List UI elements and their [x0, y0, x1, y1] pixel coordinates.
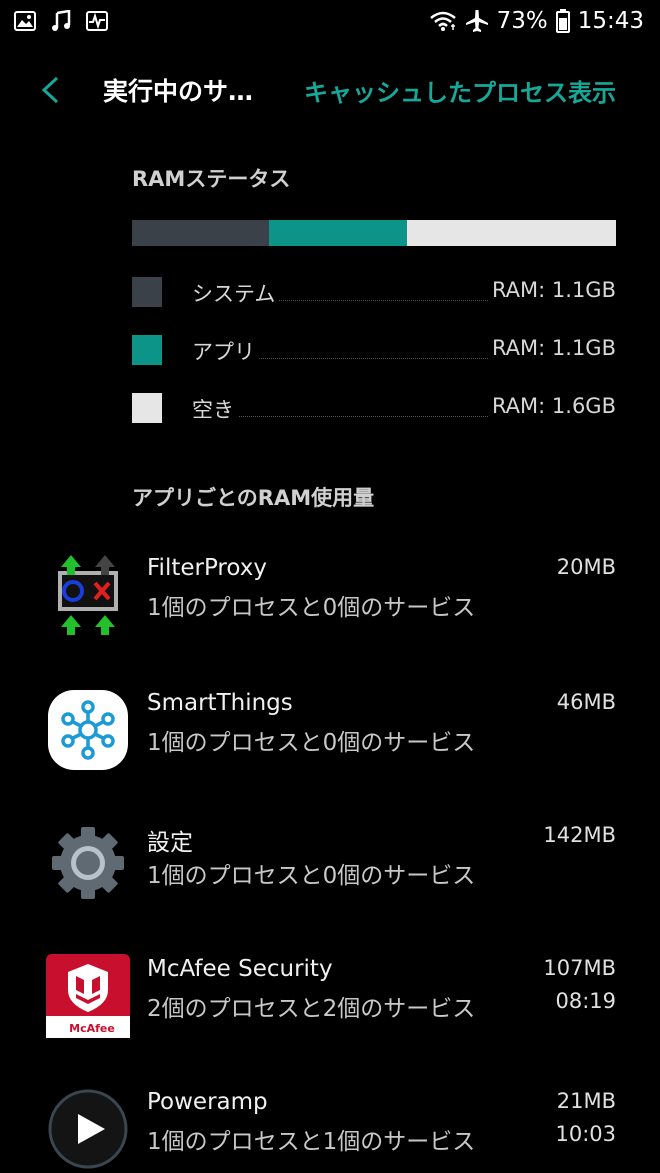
app-row-poweramp[interactable]: Poweramp 1個のプロセスと1個のサービス 21MB 10:03 [0, 1087, 660, 1173]
app-process-count: 1個のプロセスと0個のサービス [147, 595, 476, 621]
page-title: 実行中のサ… [103, 77, 254, 106]
ram-bar-apps [269, 220, 407, 246]
clock: 15:43 [577, 8, 644, 34]
app-row-settings[interactable]: 設定 1個のプロセスと0個のサービス 142MB [0, 821, 660, 931]
smartthings-icon [46, 688, 130, 772]
app-process-count: 2個のプロセスと2個のサービス [147, 996, 476, 1022]
app-ram-size: 20MB [556, 555, 616, 579]
airplane-mode-icon [465, 9, 489, 33]
filterproxy-icon [46, 553, 130, 637]
legend-label: システム [192, 278, 280, 308]
app-name: FilterProxy [147, 555, 267, 581]
app-row-filterproxy[interactable]: FilterProxy 1個のプロセスと0個のサービス 20MB [0, 553, 660, 663]
ram-usage-bar [132, 220, 616, 246]
app-running-time: 08:19 [555, 989, 616, 1013]
legend-swatch-free [132, 393, 162, 423]
app-process-count: 1個のプロセスと0個のサービス [147, 863, 476, 889]
app-process-count: 1個のプロセスと1個のサービス [147, 1129, 476, 1155]
app-name: McAfee Security [147, 956, 333, 982]
app-ram-size: 107MB [543, 956, 616, 980]
legend-value: RAM: 1.1GB [487, 278, 616, 302]
app-name: Poweramp [147, 1089, 268, 1115]
mcafee-logo-text: McAfee [69, 1022, 115, 1035]
legend-label: アプリ [192, 336, 259, 366]
per-app-ram-heading: アプリごとのRAM使用量 [132, 486, 375, 510]
legend-system: システム RAM: 1.1GB [132, 276, 616, 310]
legend-value: RAM: 1.1GB [487, 336, 616, 360]
legend-label: 空き [192, 394, 238, 424]
show-cached-processes-button[interactable]: キャッシュしたプロセス表示 [304, 73, 616, 108]
app-running-time: 10:03 [555, 1122, 616, 1146]
app-name: SmartThings [147, 690, 293, 716]
app-row-mcafee[interactable]: McAfee McAfee Security 2個のプロセスと2個のサービス 1… [0, 954, 660, 1064]
app-ram-size: 46MB [556, 690, 616, 714]
legend-free: 空き RAM: 1.6GB [132, 392, 616, 426]
ram-bar-free [406, 220, 616, 246]
app-process-count: 1個のプロセスと0個のサービス [147, 730, 476, 756]
back-button[interactable] [30, 68, 70, 112]
ram-status-heading: RAMステータス [132, 167, 291, 191]
app-name: 設定 [147, 830, 193, 856]
battery-icon [555, 9, 570, 33]
legend-value: RAM: 1.6GB [487, 394, 616, 418]
status-bar: 73% 15:43 [0, 0, 660, 46]
activity-icon [86, 10, 108, 32]
settings-gear-icon [46, 821, 130, 905]
poweramp-icon [46, 1087, 130, 1171]
legend-swatch-system [132, 277, 162, 307]
battery-percent: 73% [496, 8, 548, 34]
app-row-smartthings[interactable]: SmartThings 1個のプロセスと0個のサービス 46MB [0, 688, 660, 798]
legend-apps: アプリ RAM: 1.1GB [132, 334, 616, 368]
gallery-icon [14, 10, 36, 32]
legend-swatch-apps [132, 335, 162, 365]
system-indicators: 73% 15:43 [429, 8, 644, 34]
mcafee-icon: McAfee [46, 954, 130, 1038]
notification-icons [14, 10, 108, 32]
app-bar: 実行中のサ… キャッシュしたプロセス表示 [0, 60, 660, 120]
wifi-icon [429, 10, 457, 32]
app-ram-size: 142MB [543, 823, 616, 847]
app-ram-size: 21MB [556, 1089, 616, 1113]
music-note-icon [50, 10, 72, 32]
ram-bar-system [132, 220, 270, 246]
chevron-left-icon [41, 76, 59, 104]
